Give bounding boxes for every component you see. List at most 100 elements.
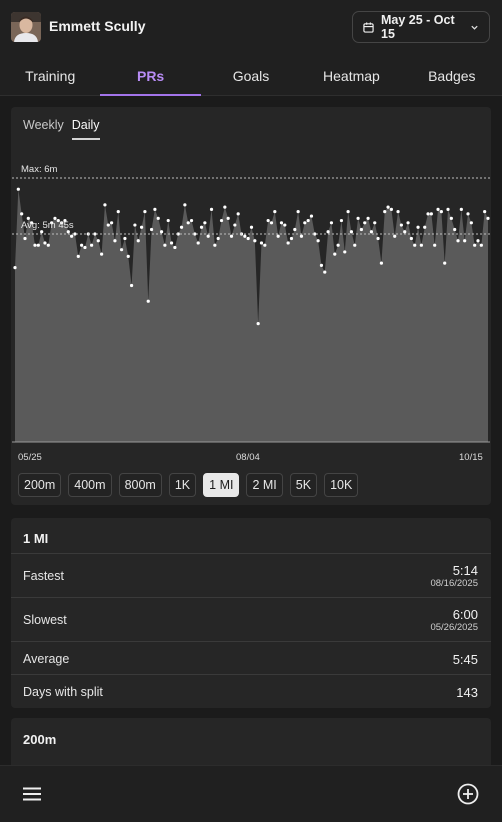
data-point[interactable]: [479, 243, 483, 247]
data-point[interactable]: [243, 234, 247, 238]
data-point[interactable]: [486, 216, 490, 220]
data-point[interactable]: [453, 227, 457, 232]
data-point[interactable]: [20, 212, 24, 216]
data-point[interactable]: [353, 243, 357, 247]
data-point[interactable]: [363, 221, 367, 225]
data-point[interactable]: [209, 207, 214, 211]
data-point[interactable]: [213, 243, 217, 247]
data-point[interactable]: [379, 261, 384, 265]
data-point[interactable]: [186, 221, 190, 225]
avatar[interactable]: [11, 12, 41, 42]
data-point[interactable]: [256, 322, 260, 326]
data-point[interactable]: [349, 230, 354, 234]
data-point[interactable]: [106, 223, 110, 227]
data-point[interactable]: [346, 210, 350, 214]
tab-heatmap[interactable]: Heatmap: [301, 56, 401, 95]
data-point[interactable]: [196, 241, 200, 245]
distance-800m[interactable]: 800m: [118, 473, 162, 497]
data-point[interactable]: [33, 243, 37, 247]
data-point[interactable]: [333, 252, 337, 256]
data-point[interactable]: [449, 216, 453, 220]
data-point[interactable]: [276, 234, 280, 238]
data-point[interactable]: [146, 299, 150, 303]
date-range-button[interactable]: May 25 - Oct 15: [352, 11, 490, 43]
tab-prs[interactable]: PRs: [100, 56, 202, 96]
data-point[interactable]: [156, 216, 160, 220]
data-point[interactable]: [183, 203, 187, 207]
data-point[interactable]: [436, 207, 440, 211]
data-point[interactable]: [299, 234, 304, 238]
data-point[interactable]: [90, 243, 94, 247]
data-point[interactable]: [70, 234, 74, 238]
data-point[interactable]: [206, 234, 210, 238]
data-point[interactable]: [319, 263, 324, 267]
data-point[interactable]: [126, 254, 130, 258]
data-point[interactable]: [446, 207, 450, 211]
data-point[interactable]: [263, 243, 267, 247]
data-point[interactable]: [306, 218, 310, 223]
data-point[interactable]: [179, 225, 184, 229]
data-point[interactable]: [153, 207, 157, 211]
data-point[interactable]: [336, 243, 340, 247]
data-point[interactable]: [43, 241, 47, 245]
data-point[interactable]: [113, 239, 117, 243]
data-point[interactable]: [123, 236, 127, 241]
data-point[interactable]: [323, 270, 327, 274]
data-point[interactable]: [100, 252, 104, 256]
data-point[interactable]: [236, 212, 240, 216]
data-point[interactable]: [293, 227, 297, 232]
data-point[interactable]: [279, 221, 284, 225]
data-point[interactable]: [129, 283, 134, 288]
data-point[interactable]: [466, 212, 470, 216]
data-point[interactable]: [96, 239, 100, 243]
data-point[interactable]: [469, 221, 473, 225]
data-point[interactable]: [136, 239, 140, 243]
data-point[interactable]: [356, 216, 360, 220]
data-point[interactable]: [133, 223, 137, 227]
data-point[interactable]: [296, 210, 300, 214]
data-point[interactable]: [259, 241, 264, 245]
data-point[interactable]: [443, 261, 447, 265]
data-point[interactable]: [286, 241, 290, 245]
tab-goals[interactable]: Goals: [201, 56, 301, 95]
data-point[interactable]: [393, 234, 397, 238]
data-point[interactable]: [456, 239, 460, 243]
data-point[interactable]: [189, 218, 194, 223]
data-point[interactable]: [403, 230, 407, 234]
data-point[interactable]: [203, 221, 207, 225]
data-point[interactable]: [376, 236, 380, 241]
data-point[interactable]: [110, 221, 114, 225]
data-point[interactable]: [326, 230, 330, 234]
data-point[interactable]: [283, 223, 287, 227]
data-point[interactable]: [246, 236, 250, 241]
data-point[interactable]: [483, 210, 487, 214]
data-point[interactable]: [366, 216, 370, 220]
data-point[interactable]: [36, 243, 40, 247]
data-point[interactable]: [289, 236, 294, 241]
data-point[interactable]: [413, 243, 417, 247]
data-point[interactable]: [409, 236, 413, 241]
data-point[interactable]: [233, 223, 237, 227]
data-point[interactable]: [399, 223, 403, 227]
data-point[interactable]: [119, 248, 124, 252]
data-point[interactable]: [253, 239, 257, 243]
data-point[interactable]: [83, 245, 87, 250]
data-point[interactable]: [309, 214, 314, 218]
data-point[interactable]: [173, 245, 177, 250]
data-point[interactable]: [159, 230, 164, 234]
data-point[interactable]: [223, 205, 227, 209]
data-point[interactable]: [406, 221, 410, 225]
distance-1mi[interactable]: 1 MI: [203, 473, 240, 497]
data-point[interactable]: [439, 210, 443, 214]
plus-circle-icon[interactable]: [457, 783, 479, 805]
data-point[interactable]: [433, 243, 437, 247]
data-point[interactable]: [229, 234, 234, 238]
data-point[interactable]: [473, 243, 477, 247]
data-point[interactable]: [103, 203, 107, 207]
data-point[interactable]: [426, 212, 430, 216]
distance-5k[interactable]: 5K: [289, 473, 318, 497]
data-point[interactable]: [143, 210, 147, 214]
tab-badges[interactable]: Badges: [402, 56, 502, 95]
data-point[interactable]: [463, 239, 467, 243]
hamburger-menu-icon[interactable]: [22, 786, 42, 802]
